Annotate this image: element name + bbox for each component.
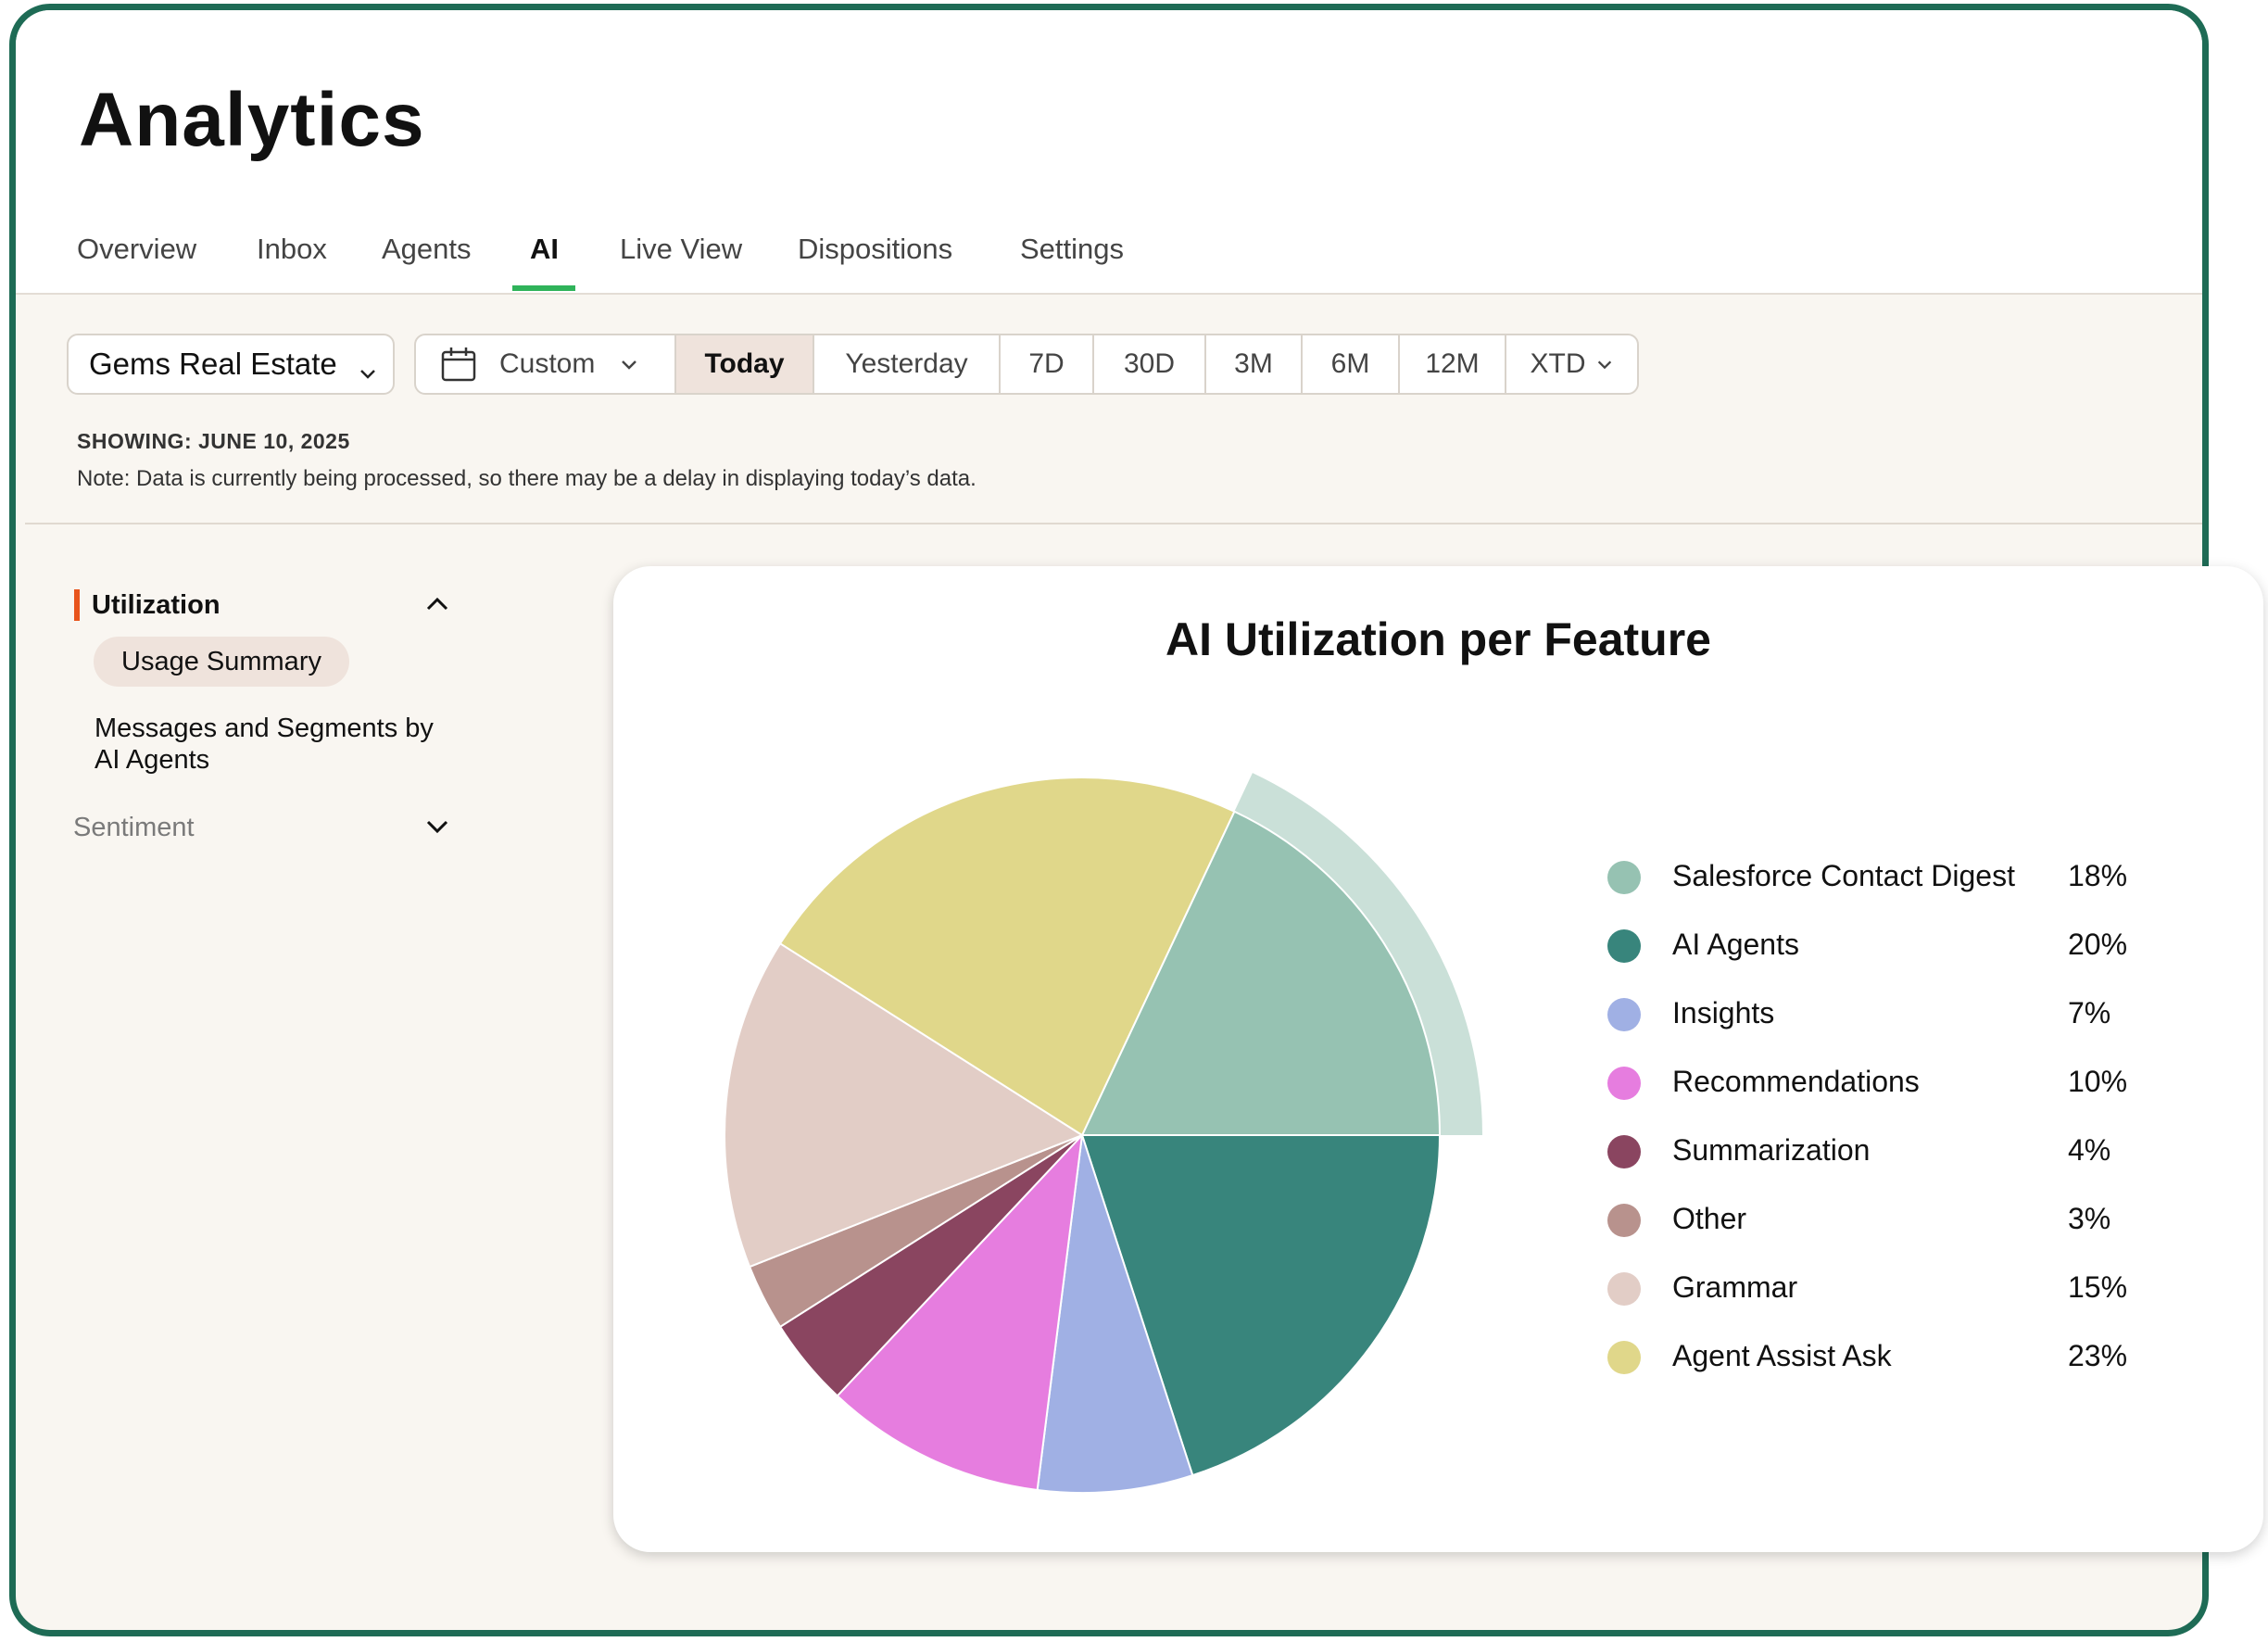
header-area: Analytics Overview Inbox Agents AI Live … — [16, 10, 2202, 295]
tab-settings[interactable]: Settings — [1020, 233, 1124, 266]
legend-value: 3% — [2068, 1202, 2111, 1235]
divider — [25, 523, 2202, 524]
legend-value: 4% — [2068, 1133, 2111, 1167]
legend-swatch — [1607, 1272, 1641, 1306]
legend-value: 10% — [2068, 1065, 2128, 1098]
legend-value: 23% — [2068, 1339, 2128, 1372]
legend-label: Summarization — [1672, 1133, 1871, 1167]
range-12m[interactable]: 12M — [1400, 335, 1506, 393]
legend-swatch — [1607, 1204, 1641, 1237]
account-select[interactable]: Gems Real Estate — [67, 334, 395, 395]
pie-chart — [724, 773, 1482, 1494]
legend-item[interactable]: Insights 7% — [1607, 996, 2163, 1067]
chevron-down-icon — [619, 354, 639, 374]
range-xtd-label: XTD — [1530, 348, 1586, 379]
chart-card: AI Utilization per Feature Salesforce Co… — [613, 566, 2263, 1552]
legend-label: Agent Assist Ask — [1672, 1339, 1892, 1372]
legend-label: Salesforce Contact Digest — [1672, 859, 2015, 892]
legend-item[interactable]: Agent Assist Ask 23% — [1607, 1339, 2163, 1409]
legend-label: Grammar — [1672, 1270, 1798, 1304]
tab-overview[interactable]: Overview — [77, 233, 196, 266]
date-range-group: Custom Today Yesterday 7D 30D 3M 6M 12M … — [414, 334, 1639, 395]
legend-swatch — [1607, 861, 1641, 894]
range-6m[interactable]: 6M — [1303, 335, 1400, 393]
legend-item[interactable]: Summarization 4% — [1607, 1133, 2163, 1204]
sidebar-item-usage-summary[interactable]: Usage Summary — [94, 637, 349, 687]
legend-label: Other — [1672, 1202, 1747, 1235]
chevron-down-icon — [1595, 355, 1614, 373]
legend-swatch — [1607, 1135, 1641, 1168]
tab-inbox[interactable]: Inbox — [257, 233, 327, 266]
legend-item[interactable]: AI Agents 20% — [1607, 928, 2163, 998]
custom-label: Custom — [499, 348, 596, 379]
legend-item[interactable]: Recommendations 10% — [1607, 1065, 2163, 1135]
calendar-icon — [440, 346, 477, 383]
custom-range-dropdown[interactable]: Custom — [416, 335, 676, 393]
legend-value: 15% — [2068, 1270, 2128, 1304]
account-name: Gems Real Estate — [89, 347, 337, 381]
chevron-down-icon[interactable] — [423, 813, 451, 845]
legend-value: 7% — [2068, 996, 2111, 1029]
legend-item[interactable]: Salesforce Contact Digest 18% — [1607, 859, 2163, 929]
range-3m[interactable]: 3M — [1206, 335, 1303, 393]
legend-label: Insights — [1672, 996, 1775, 1029]
legend-swatch — [1607, 1341, 1641, 1374]
legend-item[interactable]: Other 3% — [1607, 1202, 2163, 1272]
sidebar-item-messages-segments[interactable]: Messages and Segments by AI Agents — [94, 713, 447, 776]
legend-value: 20% — [2068, 928, 2128, 961]
legend-item[interactable]: Grammar 15% — [1607, 1270, 2163, 1341]
tab-live-view[interactable]: Live View — [620, 233, 742, 266]
legend-swatch — [1607, 929, 1641, 963]
active-tab-indicator — [512, 285, 575, 291]
showing-date: SHOWING: JUNE 10, 2025 — [77, 429, 350, 453]
tab-ai[interactable]: AI — [530, 233, 559, 266]
legend-value: 18% — [2068, 859, 2128, 892]
range-7d[interactable]: 7D — [1001, 335, 1094, 393]
chevron-up-icon[interactable] — [423, 590, 451, 623]
legend-swatch — [1607, 998, 1641, 1031]
processing-note: Note: Data is currently being processed,… — [77, 466, 976, 491]
utilization-section-label: Utilization — [92, 590, 220, 620]
page-title: Analytics — [79, 78, 425, 162]
tab-agents[interactable]: Agents — [382, 233, 472, 266]
legend-label: AI Agents — [1672, 928, 1799, 961]
range-yesterday[interactable]: Yesterday — [814, 335, 1001, 393]
chevron-down-icon — [358, 356, 378, 391]
sentiment-section-label[interactable]: Sentiment — [73, 813, 195, 843]
legend-swatch — [1607, 1067, 1641, 1100]
legend-label: Recommendations — [1672, 1065, 1920, 1098]
range-30d[interactable]: 30D — [1094, 335, 1206, 393]
range-xtd[interactable]: XTD — [1506, 335, 1637, 393]
section-accent-bar — [74, 589, 80, 621]
range-today[interactable]: Today — [676, 335, 814, 393]
tab-dispositions[interactable]: Dispositions — [798, 233, 952, 266]
